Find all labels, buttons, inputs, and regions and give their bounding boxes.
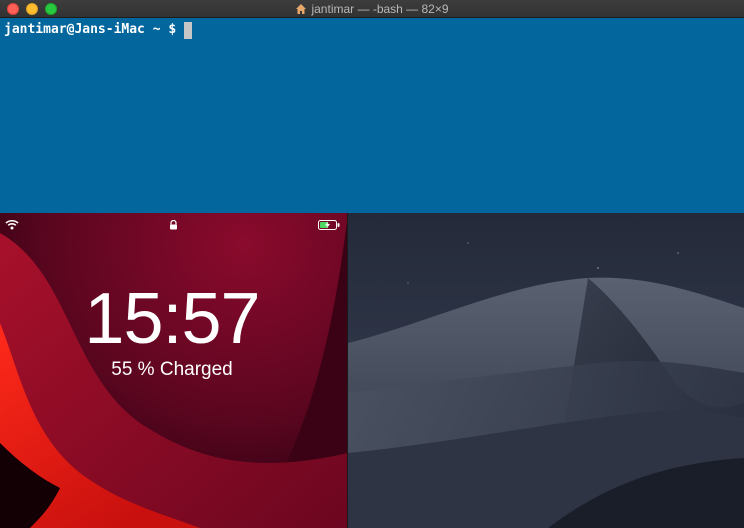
lock-screen-time: 15:57 [84,279,260,359]
ipad-lock-screen[interactable]: 15:57 55 % Charged [0,213,348,528]
wifi-icon [5,219,19,230]
window-title-area: jantimar — -bash — 82×9 [0,0,744,18]
terminal-body[interactable]: jantimar@Jans-iMac ~ $ [4,21,744,39]
prompt-line[interactable]: jantimar@Jans-iMac ~ $ [4,21,744,39]
ipad-status-bar [0,213,348,237]
battery-charging-icon [318,220,340,230]
window-title: jantimar — -bash — 82×9 [311,2,449,16]
window-titlebar[interactable]: jantimar — -bash — 82×9 [0,0,744,18]
terminal-window[interactable]: jantimar — -bash — 82×9 jantimar@Jans-iM… [0,0,744,213]
text-cursor [184,21,193,39]
charge-status: 55 % Charged [111,359,233,380]
shell-prompt: jantimar@Jans-iMac ~ $ [4,22,177,37]
lock-icon [170,220,177,230]
home-icon [296,4,307,14]
desktop-wallpaper[interactable] [348,213,744,528]
dunes-wallpaper-image [348,213,744,528]
